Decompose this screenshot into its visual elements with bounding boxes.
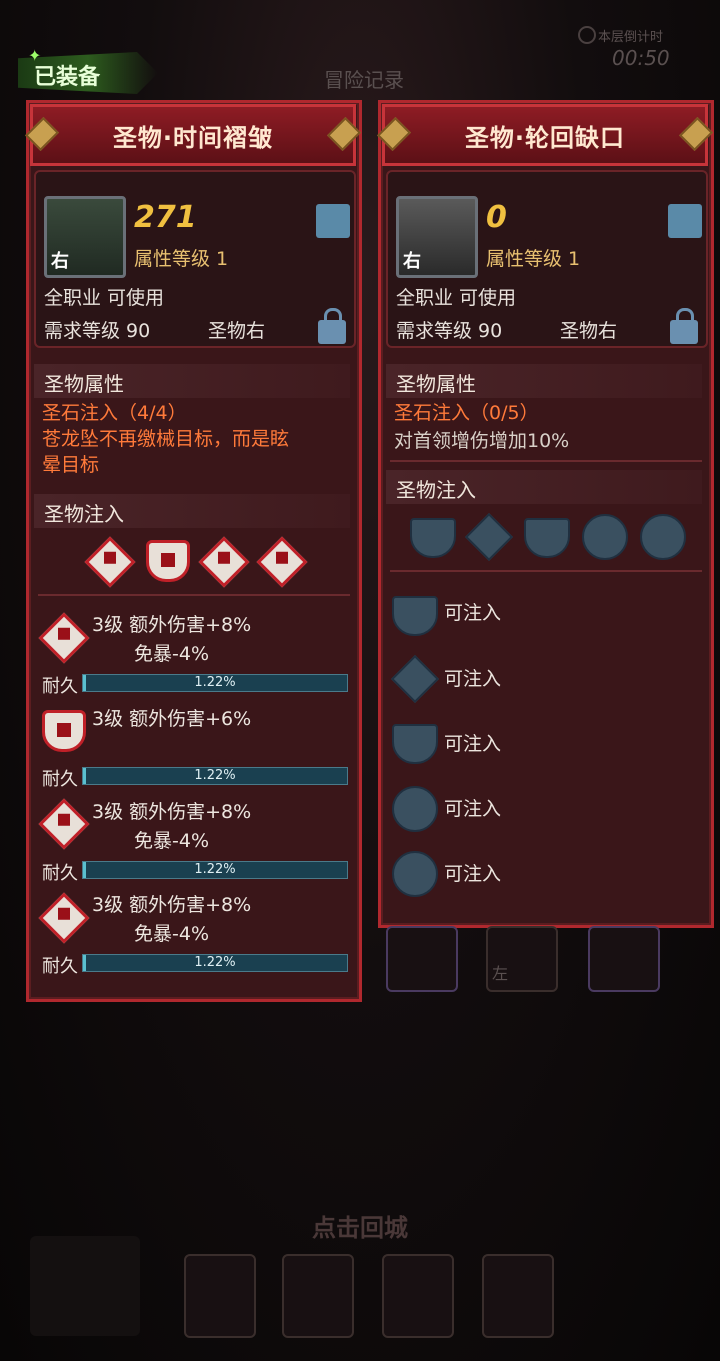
- background-gem-slot: [386, 926, 458, 992]
- entry-line1: 3级 额外伤害+8%: [92, 614, 252, 636]
- tab-title[interactable]: 冒险记录: [324, 64, 404, 93]
- slot-status: 可注入: [444, 733, 502, 755]
- entry-line2: 免暴-4%: [134, 643, 209, 665]
- entry-line2: 免暴-4%: [134, 830, 209, 852]
- section-title: 圣物属性: [396, 372, 476, 396]
- empty-circle-slot-icon: [392, 851, 438, 897]
- durability-label: 耐久: [42, 956, 78, 977]
- right-stone-inject: 圣石注入（0/5）: [394, 402, 539, 424]
- divider: [390, 460, 702, 462]
- durability-bar: 1.22%: [82, 954, 348, 972]
- timer-label: 本层倒计时: [598, 30, 664, 45]
- empty-circle-slot-icon[interactable]: [640, 514, 686, 560]
- right-attr-level: 属性等级 1: [486, 248, 581, 270]
- side-tag: 右: [51, 251, 69, 272]
- empty-shield-slot-icon: [392, 724, 438, 764]
- right-level-req: 需求等级 90: [396, 320, 503, 342]
- timer-value: 00:50: [612, 46, 670, 70]
- durability-value: 1.22%: [194, 862, 236, 877]
- background-gem-slot: [588, 926, 660, 992]
- clock-icon: [578, 26, 596, 44]
- divider: [38, 594, 350, 596]
- section-title: 圣物注入: [396, 478, 476, 502]
- left-title: 圣物·时间褶皱: [112, 123, 274, 152]
- banner-gem-icon: [679, 117, 713, 151]
- side-tag: 右: [403, 251, 421, 272]
- background-side-tag: 左: [492, 964, 509, 983]
- durability-value: 1.22%: [194, 675, 236, 690]
- slot-status: 可注入: [444, 668, 502, 690]
- lock-icon[interactable]: [318, 308, 346, 344]
- empty-shield-slot-icon: [392, 596, 438, 636]
- shield-gem-icon: [42, 710, 86, 752]
- inventory-slot: [382, 1254, 454, 1338]
- inventory-slot: [482, 1254, 554, 1338]
- inventory-slot: [30, 1236, 140, 1336]
- left-level-req: 需求等级 90: [44, 320, 151, 342]
- banner-gem-icon: [327, 117, 361, 151]
- inventory-slot: [184, 1254, 256, 1338]
- right-effect-line1: 对首领增伤增加10%: [394, 430, 570, 452]
- top-bar: 冒险记录 本层倒计时 00:50 已装备 ✦: [0, 0, 720, 100]
- sparkle-icon: ✦: [28, 46, 42, 65]
- right-title: 圣物·轮回缺口: [464, 123, 626, 152]
- slot-status: 可注入: [444, 863, 502, 885]
- entry-line1: 3级 额外伤害+8%: [92, 801, 252, 823]
- section-title: 圣物属性: [44, 372, 124, 396]
- durability-label: 耐久: [42, 863, 78, 884]
- inventory-slot: [282, 1254, 354, 1338]
- entry-line1: 3级 额外伤害+6%: [92, 708, 252, 730]
- banner-gem-icon: [25, 117, 59, 151]
- right-title-banner: 圣物·轮回缺口: [377, 104, 713, 166]
- durability-value: 1.22%: [194, 768, 236, 783]
- left-title-banner: 圣物·时间褶皱: [25, 104, 361, 166]
- empty-circle-slot-icon[interactable]: [582, 514, 628, 560]
- lock-icon[interactable]: [670, 308, 698, 344]
- left-class-req: 全职业 可使用: [44, 287, 165, 309]
- left-relic-icon[interactable]: 右: [44, 196, 126, 278]
- left-slot-label: 圣物右: [208, 320, 266, 342]
- section-title: 圣物注入: [44, 502, 124, 526]
- divider: [390, 570, 702, 572]
- durability-value: 1.22%: [194, 955, 236, 970]
- slot-status: 可注入: [444, 602, 502, 624]
- durability-bar: 1.22%: [82, 861, 348, 879]
- left-effect-line2: 晕目标: [42, 454, 100, 476]
- right-attr-section: 圣物属性: [386, 364, 702, 398]
- durability-label: 耐久: [42, 769, 78, 790]
- durability-bar: 1.22%: [82, 674, 348, 692]
- right-slot-label: 圣物右: [560, 320, 618, 342]
- share-icon[interactable]: [316, 204, 350, 238]
- entry-line2: 免暴-4%: [134, 923, 209, 945]
- share-icon[interactable]: [668, 204, 702, 238]
- empty-shield-slot-icon[interactable]: [524, 518, 570, 558]
- durability-bar: 1.22%: [82, 767, 348, 785]
- right-inject-section: 圣物注入: [386, 470, 702, 504]
- left-attr-level: 属性等级 1: [134, 248, 229, 270]
- equipped-label: 已装备: [34, 65, 101, 90]
- entry-line1: 3级 额外伤害+8%: [92, 894, 252, 916]
- background-relic-slot: 左: [486, 926, 558, 992]
- left-attr-section: 圣物属性: [34, 364, 350, 398]
- empty-shield-slot-icon[interactable]: [410, 518, 456, 558]
- left-effect-line1: 苍龙坠不再缴械目标，而是眩: [42, 428, 290, 450]
- durability-label: 耐久: [42, 676, 78, 697]
- slot-status: 可注入: [444, 798, 502, 820]
- right-class-req: 全职业 可使用: [396, 287, 517, 309]
- left-stone-inject: 圣石注入（4/4）: [42, 402, 187, 424]
- shield-gem-icon[interactable]: [146, 540, 190, 582]
- left-inject-section: 圣物注入: [34, 494, 350, 528]
- right-score: 0: [486, 200, 507, 235]
- right-relic-icon[interactable]: 右: [396, 196, 478, 278]
- left-score: 271: [134, 200, 197, 235]
- empty-circle-slot-icon: [392, 786, 438, 832]
- banner-gem-icon: [377, 117, 411, 151]
